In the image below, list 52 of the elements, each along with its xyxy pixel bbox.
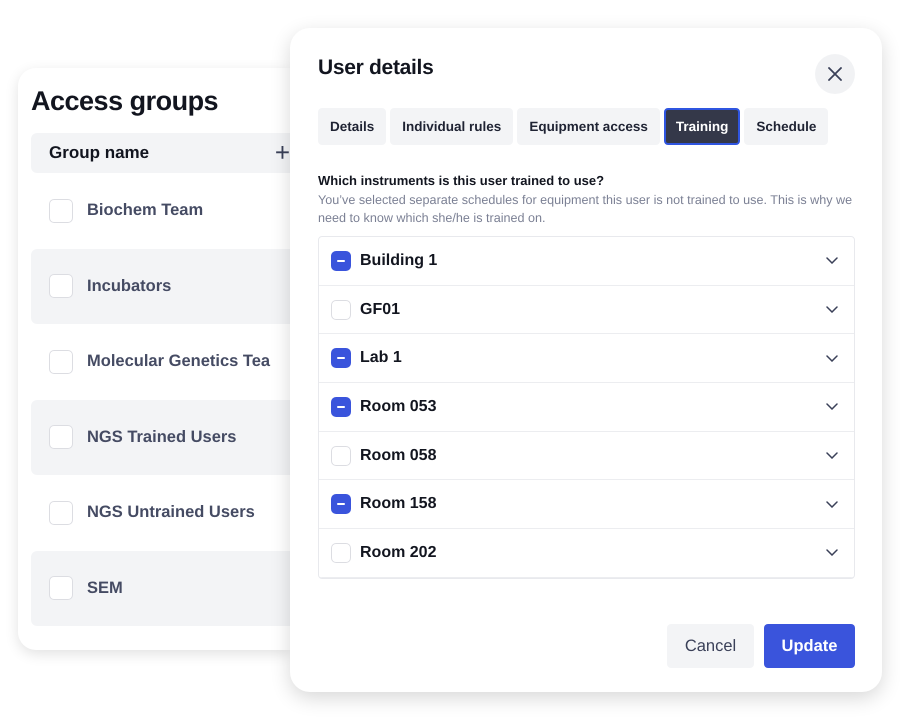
group-row[interactable]: SEM [31, 550, 290, 626]
description-text: You’ve selected separate schedules for equipment this user is not trained to use. This is why we need to know which she/he is trained on. [318, 192, 854, 227]
chevron-down-icon[interactable] [826, 306, 838, 314]
location-name: Room 053 [360, 398, 438, 416]
group-row[interactable]: Molecular Genetics Tea [31, 324, 290, 400]
question-text: Which instruments is this user trained to use? [318, 173, 606, 188]
location-name: GF01 [360, 300, 402, 319]
location-row[interactable]: Room 202 [319, 529, 854, 578]
checkbox[interactable] [331, 250, 351, 271]
tab[interactable]: Individual rules [390, 108, 514, 145]
dialog-title: User details [318, 56, 434, 80]
location-row[interactable]: Room 053 [319, 383, 854, 432]
group-name: Molecular Genetics Tea [87, 352, 270, 372]
location-name: Room 158 [360, 495, 438, 514]
group-row[interactable]: NGS Untrained Users [31, 475, 290, 550]
location-name: Room 058 [360, 446, 438, 465]
chevron-down-icon[interactable] [826, 354, 838, 362]
checkbox[interactable] [331, 396, 351, 417]
location-name: Room 202 [360, 544, 438, 562]
chevron-down-icon[interactable] [826, 257, 838, 264]
close-button[interactable] [815, 54, 855, 94]
group-name: NGS Trained Users [87, 428, 236, 447]
group-row[interactable]: Incubators [31, 248, 290, 324]
tab[interactable]: Details [318, 108, 386, 145]
close-icon [828, 67, 842, 81]
tab[interactable]: Equipment access [517, 108, 660, 145]
location-row[interactable]: Room 058 [319, 432, 854, 480]
update-button[interactable]: Update [764, 624, 855, 668]
tab[interactable]: Schedule [744, 108, 828, 145]
location-name: Building 1 [360, 252, 438, 270]
group-name: Biochem Team [87, 201, 204, 220]
checkbox[interactable] [331, 494, 351, 514]
chevron-down-icon[interactable] [826, 500, 838, 508]
location-row[interactable]: GF01 [319, 286, 854, 334]
chevron-down-icon[interactable] [826, 403, 838, 410]
location-row[interactable]: Room 158 [319, 480, 854, 530]
group-row[interactable]: Biochem Team [31, 173, 290, 248]
group-name: NGS Untrained Users [87, 503, 255, 522]
chevron-down-icon[interactable] [826, 549, 838, 556]
group-name: SEM [87, 578, 123, 598]
add-button[interactable]: + [274, 139, 290, 167]
location-row[interactable]: Building 1 [319, 237, 854, 286]
tab[interactable]: Training [664, 108, 740, 145]
card-title: Access groups [31, 86, 220, 117]
chevron-down-icon[interactable] [826, 452, 838, 460]
cancel-button[interactable]: Cancel [667, 624, 754, 668]
location-row[interactable]: Lab 1 [319, 334, 854, 384]
location-name: Lab 1 [360, 349, 403, 368]
group-name: Incubators [87, 276, 172, 296]
column-title: Group name [49, 143, 150, 163]
checkbox[interactable] [331, 348, 351, 368]
group-row[interactable]: NGS Trained Users [31, 400, 290, 475]
